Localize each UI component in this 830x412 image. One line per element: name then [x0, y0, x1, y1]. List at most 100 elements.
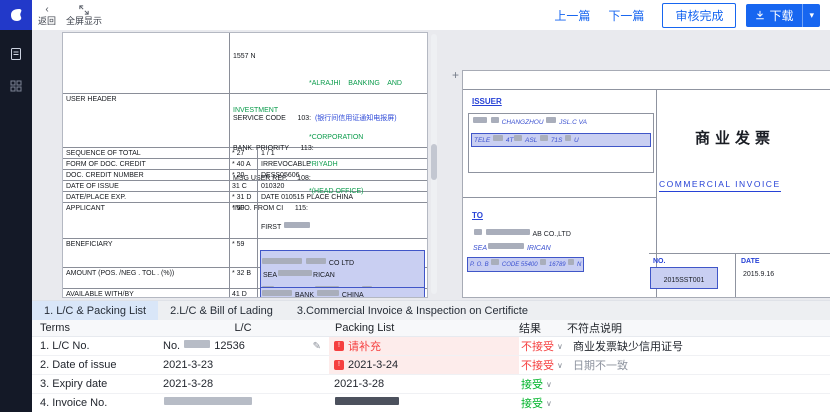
field-label: APPLICANT [63, 203, 230, 238]
lc-value [163, 397, 253, 409]
field-tag: 31 C [230, 181, 258, 191]
table-row: 3. Expiry date 2021-3-28 2021-3-28 接受 ∨ [32, 375, 830, 394]
issuer-box: CHANGZHOU JSL.C VA TELE 4T ASL 71S U [468, 113, 654, 173]
sidebar [0, 0, 32, 412]
field-value: 010320 [258, 181, 427, 191]
divider [463, 89, 830, 90]
scrollbar-thumb[interactable] [431, 144, 437, 180]
terms-cell: 3. Expiry date [32, 375, 157, 393]
swift-field-row: FORM OF DOC. CREDIT * 40 A IRREVOCABLE [63, 158, 427, 169]
sidebar-item-apps[interactable] [8, 78, 24, 94]
next-article-link[interactable]: 下一篇 [608, 7, 644, 24]
prev-article-link[interactable]: 上一篇 [554, 7, 590, 24]
table-row: 2. Date of issue 2021-3-23 ! 2021-3-24 不… [32, 356, 830, 375]
to-label: TO [472, 211, 483, 220]
applicant-row: APPLICANT * 50 FIRST SEARICAN P.O. CODE … [63, 202, 427, 238]
column-header-discrepancy: 不符点说明 [567, 320, 830, 336]
consignee-line: AB CO.,LTD [473, 229, 571, 239]
field-highlight: P. O. B CODE 55400 16789 N [468, 258, 583, 271]
column-header-terms: Terms [32, 322, 157, 334]
download-label: 下载 [769, 7, 793, 24]
lc-value: 2021-3-28 [163, 378, 213, 390]
discrepancy-flag-icon: ! [334, 341, 344, 351]
document-icon [9, 47, 23, 61]
beneficiary-row: BENEFICIARY * 59 CO LTD ANGZHOU , CHIN T… [63, 238, 427, 267]
result-select[interactable]: 不接受 ∨ [519, 337, 567, 355]
cn-annotation: (银行间信用证通知电报屏) [315, 115, 397, 122]
lc-document-page[interactable]: 1557 N *ALRAJHI BANKING AND INVESTMENT *… [62, 32, 428, 298]
document-compare-area: 1557 N *ALRAJHI BANKING AND INVESTMENT *… [32, 30, 830, 300]
invoice-no-label: NO. [653, 257, 665, 266]
back-button[interactable]: ‹ 返回 [38, 5, 56, 26]
field-value: BANK CHINA [258, 289, 427, 298]
packing-list-value: 2021-3-24 [348, 359, 398, 371]
review-complete-button[interactable]: 审核完成 [662, 3, 736, 28]
page-drag-handle-icon[interactable]: + [452, 68, 459, 82]
issuer-label: ISSUER [472, 97, 502, 106]
lc-cell[interactable]: No. 12536 ✎ [157, 337, 329, 355]
edit-icon[interactable]: ✎ [313, 341, 321, 352]
discrepancy-note: 日期不一致 [567, 356, 830, 374]
tab-lc-packing-list[interactable]: 1. L/C & Packing List [32, 301, 158, 320]
bank-name-line: *ALRAJHI BANKING AND [233, 79, 424, 88]
table-row: 1. L/C No. No. 12536 ✎ ! 请补充 不接受 ∨ 商业发票缺… [32, 337, 830, 356]
lc-value: No. 12536 [163, 340, 245, 352]
result-select[interactable]: 接受 ∨ [519, 394, 567, 412]
tab-lc-bill-of-lading[interactable]: 2.L/C & Bill of Lading [158, 301, 285, 320]
beneficiary-line: CO LTD [261, 258, 424, 268]
download-icon [755, 10, 765, 20]
field-tag: * 27 [230, 148, 258, 158]
field-label: BENEFICIARY [63, 239, 230, 267]
discrepancy-flag-icon: ! [334, 360, 344, 370]
table-header: Terms L/C Packing List 结果 不符点说明 [32, 320, 830, 337]
field-value: IRREVOCABLE [258, 159, 427, 169]
result-select[interactable]: 接受 ∨ [519, 375, 567, 393]
invoice-no-value: 2015SST001 [664, 277, 705, 284]
fullscreen-button[interactable]: 全屏显示 [66, 5, 102, 26]
swift-field-row: DATE OF ISSUE 31 C 010320 [63, 180, 427, 191]
app-logo-icon [8, 7, 24, 23]
terms-cell: 2. Date of issue [32, 356, 157, 374]
lc-document-table: 1557 N *ALRAJHI BANKING AND INVESTMENT *… [63, 33, 427, 298]
terms-cell: 4. Invoice No. [32, 394, 157, 412]
consignee-line: SEA IRICAN [473, 243, 551, 253]
fullscreen-icon [79, 5, 89, 16]
lc-value: 2021-3-23 [163, 359, 213, 371]
column-header-packing-list: Packing List [329, 322, 519, 334]
swift-field-row: SEQUENCE OF TOTAL * 27 1 / 1 [63, 147, 427, 158]
swift-field-row: DOC. CREDIT NUMBER * 20 DESS05606 [63, 169, 427, 180]
download-button[interactable]: 下载 [746, 4, 802, 27]
table-row: 4. Invoice No. 接受 ∨ [32, 394, 830, 412]
invoice-document-page[interactable]: ISSUER CHANGZHOU JSL.C VA TELE 4T ASL 71… [462, 70, 830, 298]
field-label: DATE/PLACE EXP. [63, 192, 230, 202]
issuer-address-line: CHANGZHOU JSL.C VA [472, 117, 650, 127]
app-logo[interactable] [0, 0, 32, 30]
download-options-button[interactable]: ▾ [802, 4, 820, 27]
tab-commercial-invoice[interactable]: 3.Commercial Invoice & Inspection on Cer… [285, 301, 540, 320]
packing-list-cell: ! 请补充 [329, 337, 519, 355]
invoice-date-label: DATE [741, 257, 760, 266]
invoice-title-cn: 商业发票 [695, 127, 775, 148]
sidebar-item-documents[interactable] [8, 46, 24, 62]
field-tag: * 50 [230, 203, 258, 238]
packing-list-value [334, 397, 400, 409]
invoice-title-en: COMMERCIAL INVOICE [659, 179, 781, 192]
field-tag: * 32 B [230, 268, 258, 288]
back-label: 返回 [38, 16, 56, 26]
vertical-scrollbar[interactable] [431, 34, 437, 294]
comparison-panel: 1. L/C & Packing List 2.L/C & Bill of La… [32, 300, 830, 412]
discrepancy-note [567, 375, 830, 393]
field-tag: * 59 [230, 239, 258, 267]
column-header-lc: L/C [157, 322, 329, 334]
main-area: ‹ 返回 全屏显示 上一篇 下一篇 审核完成 下载 [32, 0, 830, 412]
discrepancy-note: 商业发票缺少信用证号 [567, 337, 830, 355]
chevron-down-icon: ▾ [809, 10, 814, 21]
field-tag: * 20 [230, 170, 258, 180]
topbar: ‹ 返回 全屏显示 上一篇 下一篇 审核完成 下载 [32, 0, 830, 30]
po-box-line: P. O. B CODE 55400 16789 N [470, 259, 581, 270]
fullscreen-label: 全屏显示 [66, 16, 102, 26]
issuer-phone-line: TELE 4T ASL 71S U [474, 135, 648, 145]
lc-cell: 2021-3-28 [157, 375, 329, 393]
user-header-row: USER HEADER SERVICE CODE 103: (银行间信用证通知电… [63, 93, 427, 147]
result-select[interactable]: 不接受 ∨ [519, 356, 567, 374]
